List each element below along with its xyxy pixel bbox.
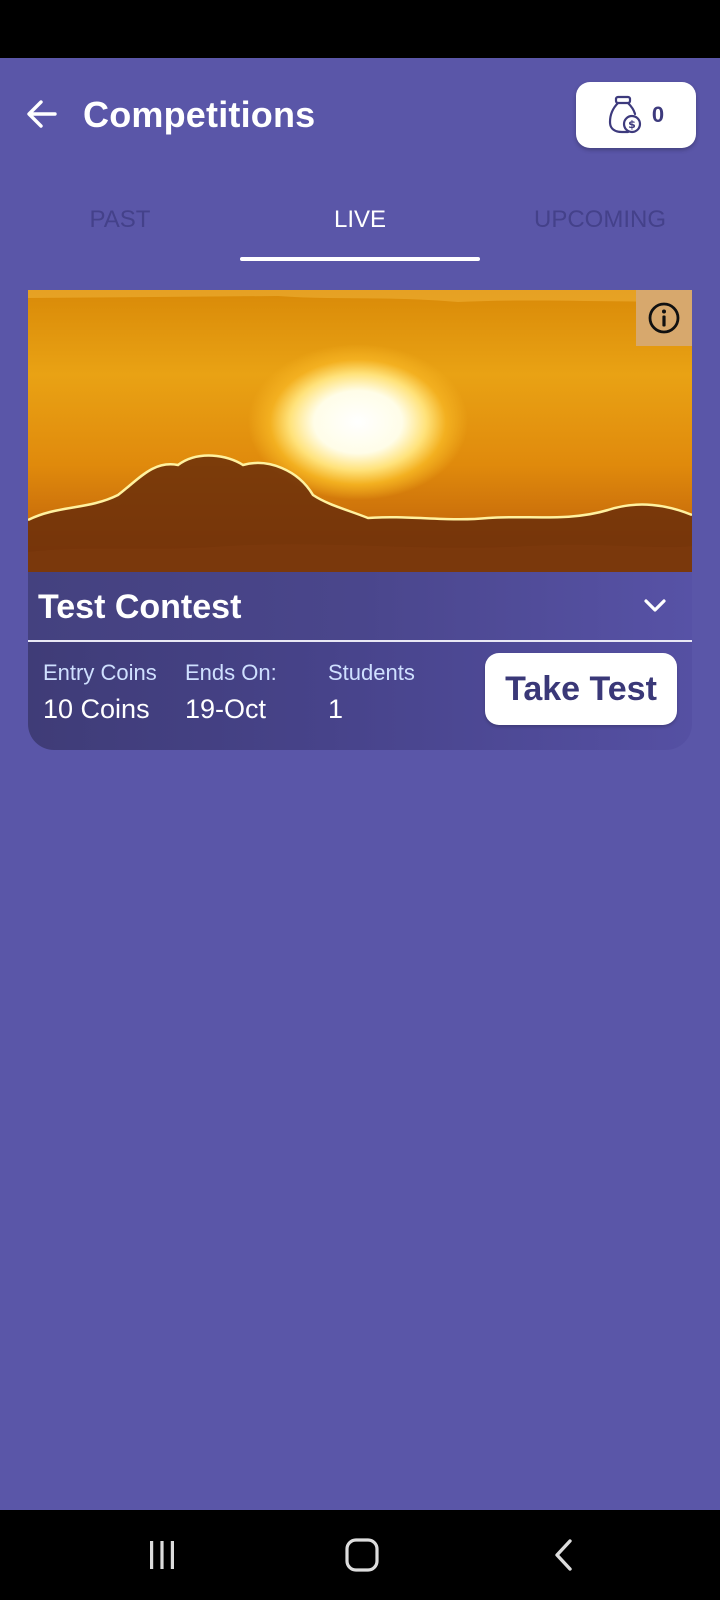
chevron-down-icon	[644, 599, 666, 612]
home-button[interactable]	[334, 1530, 390, 1580]
ends-on-stat: Ends On: 19-Oct	[185, 660, 277, 725]
stat-value: 10 Coins	[43, 694, 150, 724]
info-button[interactable]	[636, 290, 692, 346]
entry-coins-stat: Entry Coins 10 Coins	[43, 660, 157, 725]
coins-balance-button[interactable]: $ 0	[576, 82, 696, 148]
students-stat: Students 1	[328, 660, 415, 725]
app-bar: Competitions $ 0	[0, 58, 720, 172]
tab-upcoming[interactable]: UPCOMING	[480, 192, 720, 264]
recents-button[interactable]	[134, 1530, 190, 1580]
nav-back-button[interactable]	[536, 1530, 592, 1580]
contest-details: Entry Coins 10 Coins Ends On: 19-Oct Stu…	[28, 642, 692, 750]
info-icon	[648, 302, 680, 334]
tab-past[interactable]: PAST	[0, 192, 240, 264]
contest-header: Test Contest	[28, 572, 692, 642]
tab-label: PAST	[89, 206, 151, 233]
take-test-button[interactable]: Take Test	[485, 653, 677, 725]
stat-value: 1	[328, 694, 344, 724]
tab-live[interactable]: LIVE	[240, 192, 480, 264]
competition-tabs: PAST LIVE UPCOMING	[0, 192, 720, 264]
contest-card: Test Contest Entry Coins 10 Coins Ends O…	[28, 290, 692, 750]
stat-label: Entry Coins	[43, 660, 157, 685]
tab-label: LIVE	[333, 206, 387, 233]
status-bar	[0, 0, 720, 58]
clouds-graphic	[28, 290, 692, 572]
money-bag-icon: $	[608, 95, 641, 134]
stat-label: Students	[328, 660, 415, 685]
contest-banner-image	[28, 290, 692, 572]
tab-label: UPCOMING	[534, 206, 666, 233]
contest-title: Test Contest	[38, 588, 242, 626]
page-title: Competitions	[83, 94, 316, 135]
recents-icon	[150, 1541, 174, 1569]
home-icon	[345, 1538, 379, 1572]
arrow-left-icon	[27, 100, 57, 128]
back-button[interactable]	[20, 92, 64, 136]
system-nav-bar	[0, 1510, 720, 1600]
stat-value: 19-Oct	[185, 694, 267, 724]
svg-text:$: $	[628, 118, 636, 131]
stat-label: Ends On:	[185, 660, 277, 685]
expand-button[interactable]	[638, 588, 672, 622]
nav-back-icon	[555, 1539, 572, 1571]
coins-count: 0	[651, 102, 665, 127]
active-tab-indicator	[240, 257, 480, 261]
